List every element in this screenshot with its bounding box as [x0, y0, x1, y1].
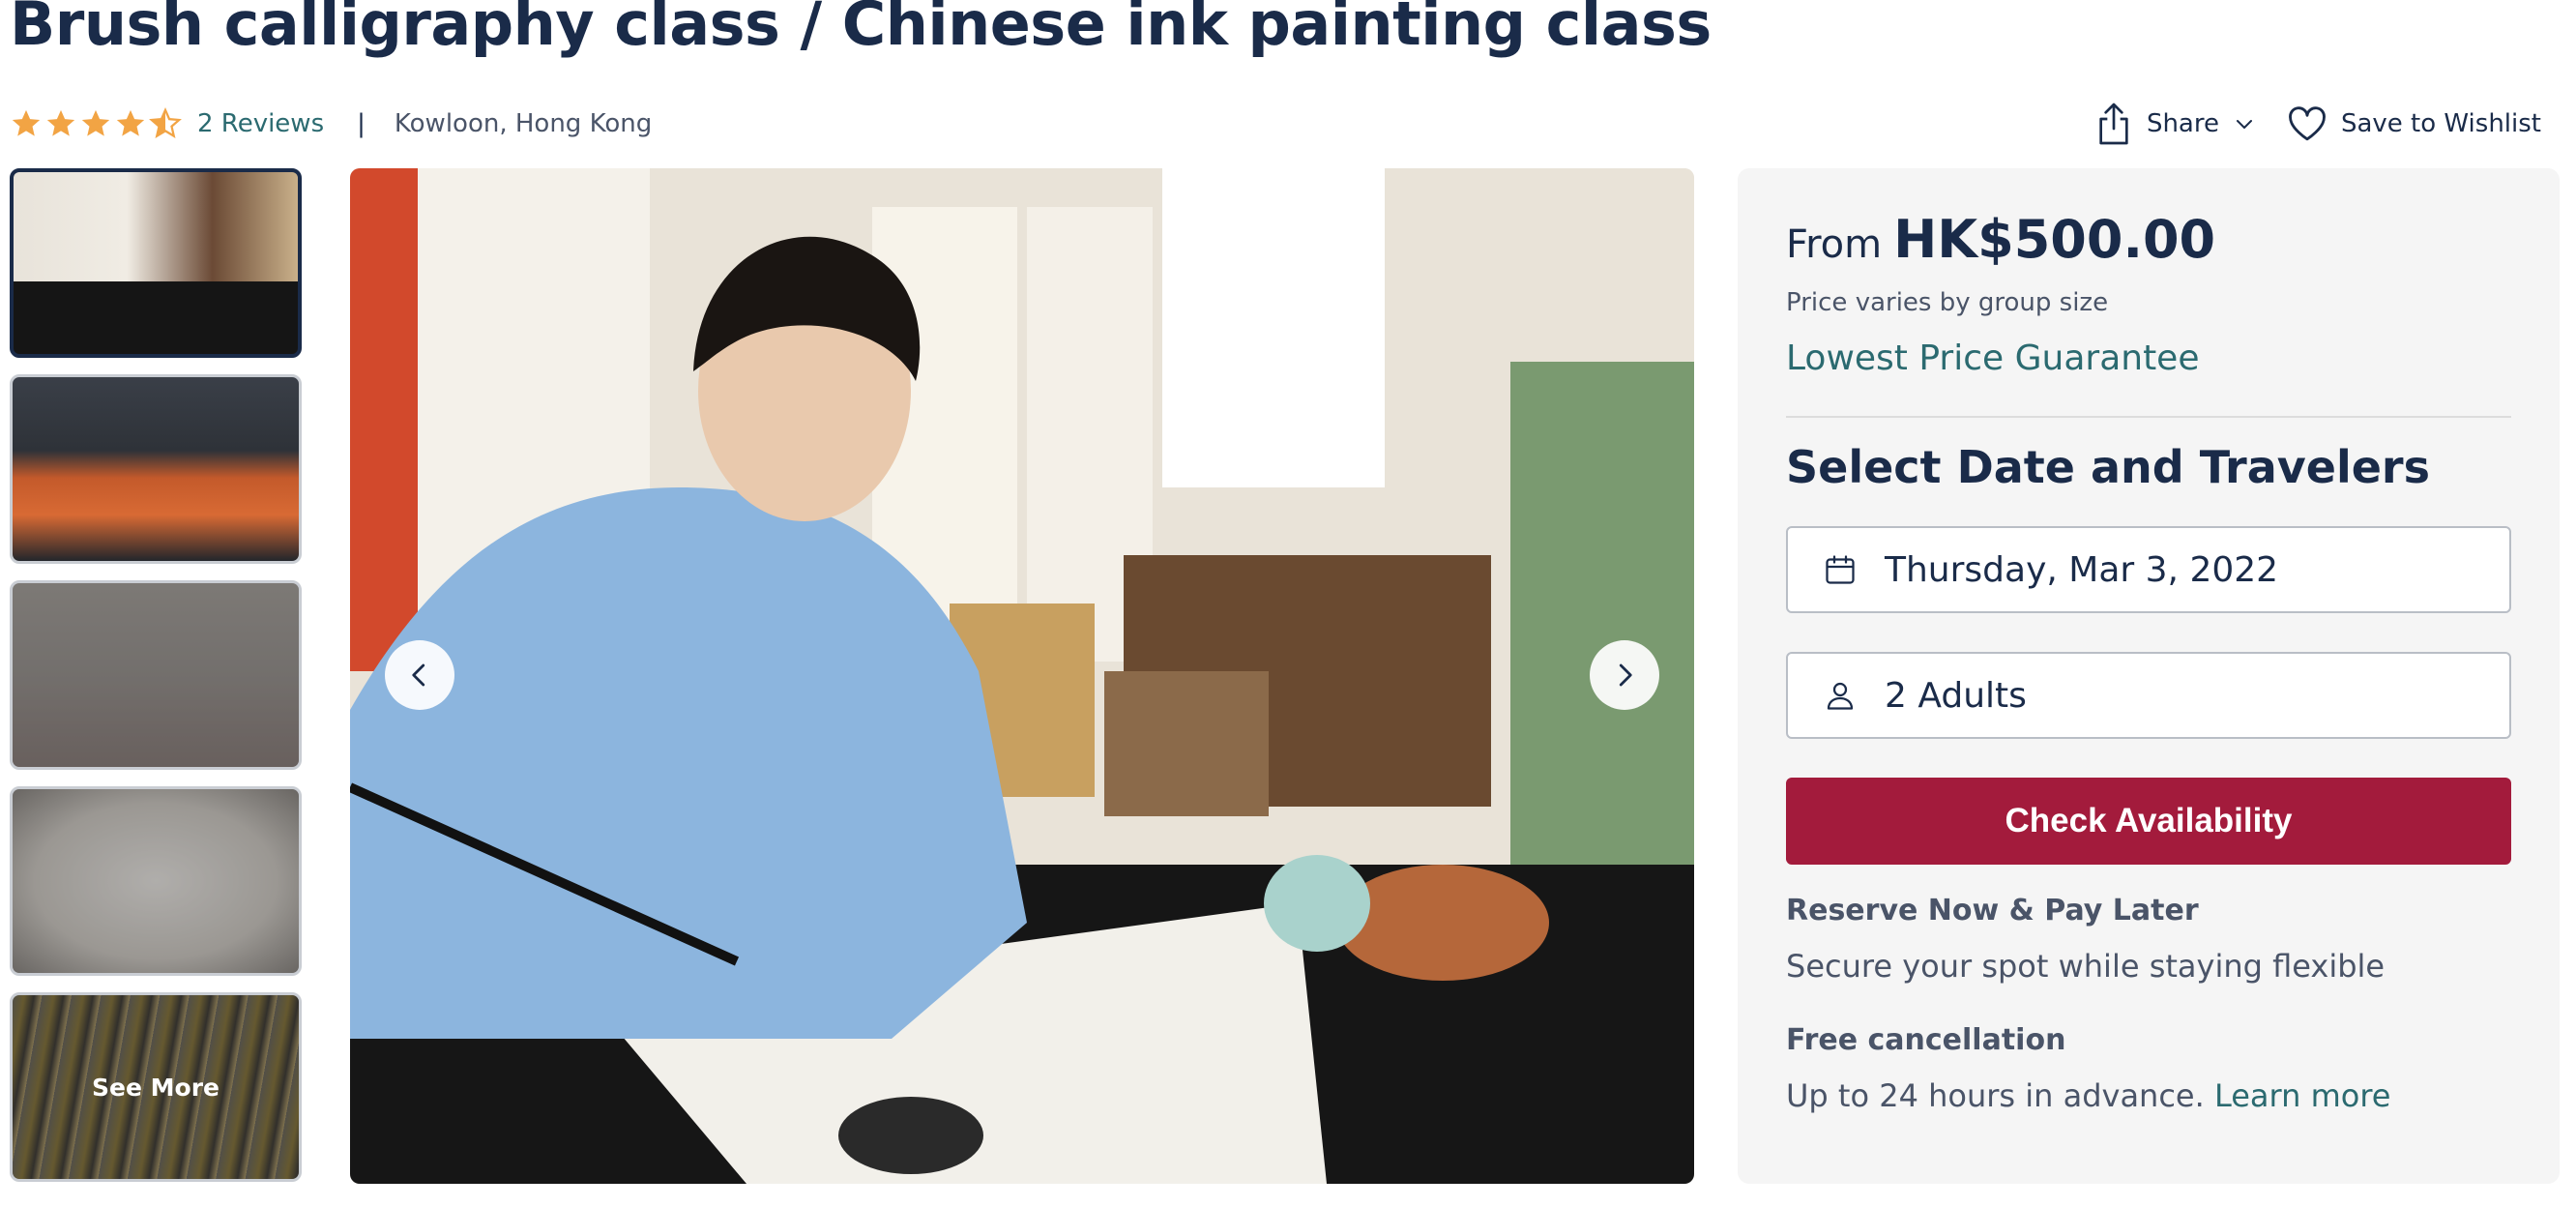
person-icon [1827, 682, 1854, 710]
share-icon [2099, 103, 2128, 145]
page-title: Brush calligraphy class / Chinese ink pa… [10, 0, 1712, 59]
share-label: Share [2146, 109, 2219, 138]
calendar-icon [1826, 555, 1855, 584]
wishlist-label: Save to Wishlist [2340, 109, 2541, 138]
date-picker-field[interactable]: Thursday, Mar 3, 2022 [1786, 526, 2511, 613]
select-date-heading: Select Date and Travelers [1786, 441, 2430, 493]
activity-meta: 2 Reviews | Kowloon, Hong Kong [10, 103, 652, 145]
activity-page: Brush calligraphy class / Chinese ink pa… [0, 0, 2576, 1207]
chevron-right-icon [1619, 663, 1632, 687]
reserve-now-text: Secure your spot while staying flexible [1786, 948, 2386, 985]
travelers-value: 2 Adults [1885, 675, 2027, 716]
page-actions: Share Save to Wishlist [2094, 97, 2541, 151]
price-value: HK$500.00 [1893, 209, 2216, 270]
gallery-thumbnail[interactable] [10, 168, 302, 358]
next-image-button[interactable] [1590, 640, 1659, 710]
share-button[interactable]: Share [2094, 101, 2256, 147]
gallery-thumbnail[interactable] [10, 580, 302, 770]
meta-separator: | [357, 109, 366, 138]
thumbnail-overlay [13, 583, 299, 767]
see-more-thumbnail[interactable]: See More [10, 992, 302, 1182]
lowest-price-guarantee-link[interactable]: Lowest Price Guarantee [1786, 339, 2199, 378]
cancellation-detail: Up to 24 hours in advance. [1786, 1077, 2205, 1114]
date-value: Thursday, Mar 3, 2022 [1885, 549, 2279, 590]
gallery-thumbnail[interactable] [10, 374, 302, 564]
star-icon [46, 109, 75, 136]
reviews-link[interactable]: 2 Reviews [197, 109, 324, 138]
free-cancellation-text: Up to 24 hours in advance. Learn more [1786, 1077, 2390, 1114]
half-star-icon [149, 107, 182, 138]
thumbnail-overlay [13, 789, 299, 973]
reserve-now-title: Reserve Now & Pay Later [1786, 894, 2199, 927]
rating-stars [10, 107, 182, 140]
gallery-thumbnails: See More [10, 168, 302, 1198]
chevron-left-icon [412, 663, 425, 687]
location-text: Kowloon, Hong Kong [394, 109, 653, 138]
divider [1786, 416, 2511, 418]
save-to-wishlist-button[interactable]: Save to Wishlist [2287, 105, 2541, 142]
check-availability-button[interactable]: Check Availability [1786, 778, 2511, 865]
travelers-field[interactable]: 2 Adults [1786, 652, 2511, 739]
price-line: From HK$500.00 [1786, 209, 2215, 270]
free-cancellation-title: Free cancellation [1786, 1023, 2066, 1057]
calligraphy-photo [350, 168, 1694, 1184]
booking-panel: From HK$500.00 Price varies by group siz… [1738, 168, 2560, 1184]
gallery-thumbnail[interactable] [10, 786, 302, 976]
from-label: From [1786, 222, 1883, 267]
heart-icon [2289, 106, 2326, 141]
star-icon [12, 109, 41, 136]
price-note: Price varies by group size [1786, 288, 2109, 317]
chevron-down-icon [2236, 120, 2252, 129]
learn-more-link[interactable]: Learn more [2214, 1077, 2391, 1114]
previous-image-button[interactable] [385, 640, 454, 710]
star-icon [116, 109, 145, 136]
see-more-label: See More [13, 995, 299, 1179]
main-gallery-image[interactable] [350, 168, 1694, 1184]
star-icon [81, 109, 110, 136]
